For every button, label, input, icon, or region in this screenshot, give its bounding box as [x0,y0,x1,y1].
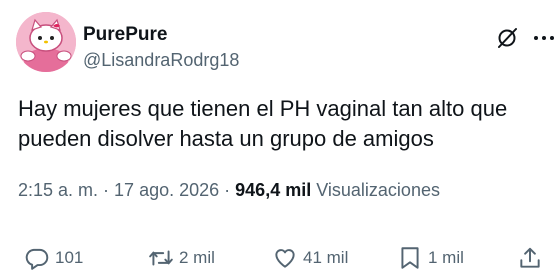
grok-icon[interactable] [495,26,519,50]
tweet-meta: 2:15 a. m. · 17 ago. 2026 · 946,4 mil Vi… [18,179,440,201]
meta-separator: · [98,180,115,200]
views-label: Visualizaciones [311,180,440,200]
bookmark-button[interactable]: 1 mil [397,238,464,278]
retweet-button[interactable]: 2 mil [148,238,215,278]
avatar-image [16,12,76,72]
author-handle[interactable]: @LisandraRodrg18 [83,49,239,71]
reply-button[interactable]: 101 [24,238,83,278]
share-button[interactable] [517,238,543,278]
share-icon [520,247,540,268]
views-count: 946,4 mil [235,180,312,200]
retweet-icon [149,250,173,266]
tweet-text: Hay mujeres que tienen el PH vaginal tan… [18,96,508,151]
avatar[interactable] [16,12,76,72]
like-icon [275,249,295,268]
retweet-count: 2 mil [179,248,215,267]
tweet-time[interactable]: 2:15 a. m. [18,180,98,200]
more-icon[interactable] [532,26,556,50]
bookmark-icon [401,247,419,269]
meta-separator: · [219,180,236,200]
reply-icon [25,248,49,270]
action-bar: 101 2 mil 41 mil 1 mil [0,238,560,278]
bookmark-count: 1 mil [428,248,464,267]
like-button[interactable]: 41 mil [272,238,348,278]
tweet-date[interactable]: 17 ago. 2026 [114,180,219,200]
like-count: 41 mil [303,248,349,267]
author-name[interactable]: PurePure [83,24,167,46]
reply-count: 101 [55,248,84,267]
